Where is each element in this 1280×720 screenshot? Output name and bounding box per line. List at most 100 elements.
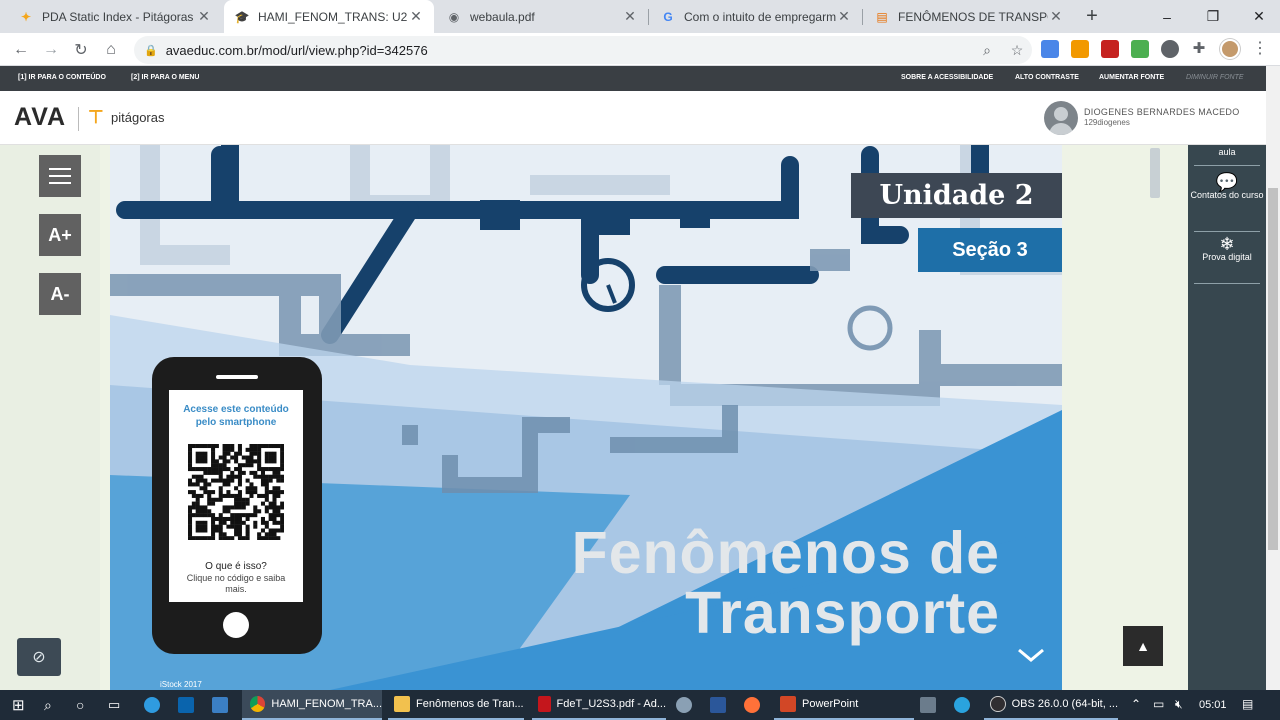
telegram-icon[interactable] (954, 690, 976, 720)
back-to-top-button[interactable]: ▲ (1123, 626, 1163, 666)
font-decrease-button[interactable]: A- (39, 273, 81, 315)
camera-icon[interactable] (920, 690, 942, 720)
word-icon[interactable] (710, 690, 732, 720)
maximize-button[interactable]: ❐ (1190, 0, 1236, 33)
caret-up-icon: ▲ (1136, 638, 1150, 654)
prova-label: Prova digital (1202, 252, 1252, 262)
phone-home-button (223, 612, 249, 638)
title-line-1: Fenômenos de (571, 520, 1000, 586)
pitagoras-logo[interactable]: ⊤ pitágoras (88, 107, 164, 127)
user-avatar[interactable] (1044, 101, 1078, 135)
new-tab-button[interactable]: + (1080, 4, 1104, 28)
pitagoras-icon: ✦ (20, 9, 32, 24)
close-icon[interactable]: ✕ (196, 8, 212, 25)
notifications-icon[interactable]: ▤ (1242, 697, 1253, 711)
reload-icon[interactable]: ↻ (68, 37, 94, 63)
forward-icon[interactable]: → (38, 37, 64, 63)
volume-muted-icon[interactable]: 🔇︎ (1175, 697, 1183, 712)
zoom-icon[interactable]: ⌕ (972, 42, 1002, 59)
extension-green-icon[interactable] (1131, 40, 1149, 58)
close-icon[interactable]: ✕ (836, 8, 852, 25)
home-icon[interactable]: ⌂ (98, 37, 124, 63)
lesson-cover-slide: Unidade 2 Seção 3 Fenômenos de Transport… (110, 145, 1062, 690)
qr-code[interactable] (188, 444, 285, 541)
chevron-down-icon[interactable] (1016, 645, 1046, 675)
extension-circle-icon[interactable] (1161, 40, 1179, 58)
firefox-icon[interactable] (744, 690, 766, 720)
windows-start-icon[interactable]: ⊞ (12, 690, 25, 720)
webaula-link[interactable]: aula (1188, 147, 1266, 158)
page-scrollbar-thumb[interactable] (1268, 188, 1278, 550)
folder-icon (394, 696, 410, 712)
ava-logo[interactable]: AVA (14, 103, 66, 132)
bookmark-star-icon[interactable]: ☆ (1002, 42, 1032, 59)
app-icon-misc[interactable] (676, 690, 698, 720)
skip-to-menu-link[interactable]: [2] IR PARA O MENU (131, 74, 199, 81)
tab-pda-static-index[interactable]: ✦ PDA Static Index - Pitágoras ✕ (8, 0, 222, 33)
powerpoint-icon (780, 696, 796, 712)
user-login: 129diogenes (1084, 118, 1130, 127)
font-increase-button[interactable]: A+ (39, 214, 81, 256)
profile-avatar[interactable] (1220, 39, 1240, 59)
mail-icon[interactable] (178, 690, 200, 720)
search-icon[interactable]: ⌕ (44, 690, 52, 720)
smartphone-qr-card[interactable]: Acesse este conteúdo pelo smartphone O q… (152, 357, 322, 654)
puzzle-extensions-icon[interactable]: ✚ (1190, 40, 1208, 58)
translate-extension-icon[interactable] (1041, 40, 1059, 58)
hamburger-icon (49, 168, 71, 184)
close-icon[interactable]: ✕ (622, 8, 638, 25)
prova-digital-link[interactable]: ❄ Prova digital (1188, 234, 1266, 263)
taskbar-powerpoint-window[interactable]: PowerPoint (774, 690, 914, 720)
extension-orange-icon[interactable] (1071, 40, 1089, 58)
back-icon[interactable]: ← (8, 37, 34, 63)
clock[interactable]: 05:01 (1199, 699, 1227, 711)
divider (1194, 283, 1260, 284)
tray-chevron-icon[interactable]: ⌃ (1131, 697, 1141, 711)
address-bar[interactable]: 🔒 avaeduc.com.br/mod/url/view.php?id=342… (134, 36, 1032, 64)
photos-icon[interactable] (212, 690, 234, 720)
title-line-2: Transporte (685, 580, 1000, 646)
slide-scrollbar[interactable] (1150, 148, 1160, 198)
increase-font-link[interactable]: AUMENTAR FONTE (1099, 74, 1164, 81)
high-contrast-link[interactable]: ALTO CONTRASTE (1015, 74, 1079, 81)
tab-fenomenos-transporte[interactable]: ▤ FENÔMENOS DE TRANSPORTE ✕ (864, 0, 1074, 33)
cortana-icon[interactable]: ○ (76, 690, 84, 720)
minimize-button[interactable]: – (1144, 0, 1190, 33)
taskbar-obs-window[interactable]: OBS 26.0.0 (64-bit, ... (984, 690, 1118, 720)
taskbar-folder-window[interactable]: Fenômenos de Tran... (388, 690, 524, 720)
edge-icon[interactable] (144, 690, 166, 720)
hide-visibility-button[interactable]: ⊘ (17, 638, 61, 676)
taskbar-label: PowerPoint (802, 698, 859, 710)
contatos-do-curso-link[interactable]: 💬 Contatos do curso (1188, 172, 1266, 201)
acrobat-extension-icon[interactable] (1101, 40, 1119, 58)
skip-to-content-link[interactable]: [1] IR PARA O CONTEÚDO (18, 74, 106, 81)
taskbar-chrome-window[interactable]: HAMI_FENOM_TRA... (242, 690, 382, 720)
more-menu-icon[interactable]: ⋮ (1252, 38, 1268, 58)
address-url[interactable]: avaeduc.com.br/mod/url/view.php?id=34257… (166, 43, 972, 58)
eye-slash-icon: ⊘ (32, 649, 46, 666)
network-icon[interactable]: ▭ (1153, 697, 1164, 711)
site-header: AVA ⊤ pitágoras DIOGENES BERNARDES MACED… (0, 91, 1270, 145)
taskbar-label: HAMI_FENOM_TRA... (271, 698, 382, 710)
about-accessibility-link[interactable]: SOBRE A ACESSIBILIDADE (901, 74, 993, 81)
qr-question: O que é isso? (205, 561, 267, 572)
taskbar-acrobat-window[interactable]: FdeT_U2S3.pdf - Ad... (532, 690, 666, 720)
user-name[interactable]: DIOGENES BERNARDES MACEDO (1084, 107, 1240, 117)
decrease-font-link[interactable]: DIMINUIR FONTE (1186, 74, 1244, 81)
tab-hami-fenom-trans[interactable]: 🎓 HAMI_FENOM_TRANS: U2S3 - ✕ (224, 0, 434, 33)
taskbar-label: FdeT_U2S3.pdf - Ad... (556, 698, 666, 710)
close-icon[interactable]: ✕ (408, 8, 424, 25)
menu-toggle-button[interactable] (39, 155, 81, 197)
divider (1194, 231, 1260, 232)
unit-label: Unidade 2 (851, 173, 1062, 218)
snowflake-icon: ❄ (1219, 234, 1235, 254)
close-icon[interactable]: ✕ (1048, 8, 1064, 25)
doc-icon: ▤ (876, 9, 888, 24)
divider (1194, 165, 1260, 166)
task-view-icon[interactable]: ▭ (108, 690, 120, 720)
close-window-button[interactable]: ✕ (1236, 0, 1280, 33)
tab-title: Com o intuito de empregarmo (684, 9, 836, 24)
tab-webaula-pdf[interactable]: ◉ webaula.pdf ✕ (436, 0, 648, 33)
chat-icon: 💬 (1215, 172, 1239, 192)
tab-google-search[interactable]: G Com o intuito de empregarmo ✕ (650, 0, 862, 33)
